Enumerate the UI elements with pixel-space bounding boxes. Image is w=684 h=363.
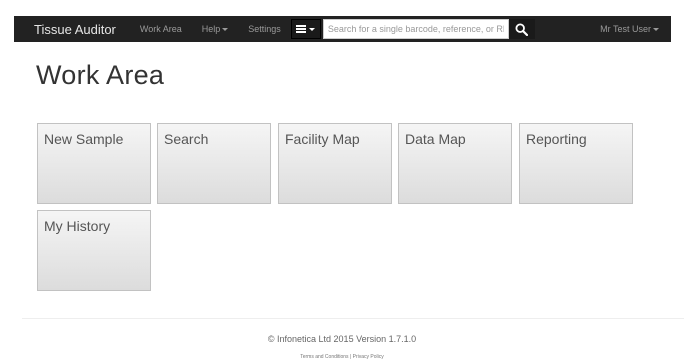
nav-settings-label: Settings <box>248 24 281 34</box>
tile-data-map[interactable]: Data Map <box>398 123 512 204</box>
nav-settings[interactable]: Settings <box>248 24 281 34</box>
tile-label: New Sample <box>44 131 124 147</box>
user-menu-dropdown[interactable]: Mr Test User <box>600 24 659 34</box>
footer-separator: | <box>349 354 352 360</box>
footer-links: Terms and Conditions | Privacy Policy <box>0 354 684 360</box>
top-navbar: Tissue Auditor Work Area Help Settings M <box>14 16 671 42</box>
nav-help-dropdown[interactable]: Help <box>202 24 229 34</box>
caret-down-icon <box>222 27 229 31</box>
footer-divider <box>22 318 684 319</box>
nav-work-area[interactable]: Work Area <box>140 24 182 34</box>
brand-link[interactable]: Tissue Auditor <box>34 22 116 37</box>
user-name-label: Mr Test User <box>600 24 651 34</box>
nav-help-label: Help <box>201 24 221 34</box>
caret-down-icon <box>309 27 316 31</box>
terms-link[interactable]: Terms and Conditions <box>300 354 348 360</box>
privacy-link[interactable]: Privacy Policy <box>353 354 384 360</box>
tile-label: Facility Map <box>285 131 360 147</box>
tile-new-sample[interactable]: New Sample <box>37 123 151 204</box>
tile-label: Search <box>164 131 209 147</box>
search-icon <box>515 22 529 36</box>
tile-label: Reporting <box>526 131 587 147</box>
caret-down-icon <box>653 27 659 31</box>
search-button[interactable] <box>508 19 535 39</box>
page: Tissue Auditor Work Area Help Settings M <box>0 0 684 363</box>
tile-reporting[interactable]: Reporting <box>519 123 633 204</box>
nav-work-area-label: Work Area <box>139 24 182 34</box>
tile-my-history[interactable]: My History <box>37 210 151 291</box>
page-title: Work Area <box>36 60 165 90</box>
footer-copyright: © Infonetica Ltd 2015 Version 1.7.1.0 <box>267 334 417 344</box>
tile-label: My History <box>44 218 111 234</box>
search-type-menu-button[interactable] <box>290 19 321 39</box>
menu-icon <box>296 25 307 33</box>
tile-search[interactable]: Search <box>157 123 271 204</box>
tile-label: Data Map <box>405 131 466 147</box>
search-input[interactable] <box>322 19 509 39</box>
tile-facility-map[interactable]: Facility Map <box>278 123 392 204</box>
